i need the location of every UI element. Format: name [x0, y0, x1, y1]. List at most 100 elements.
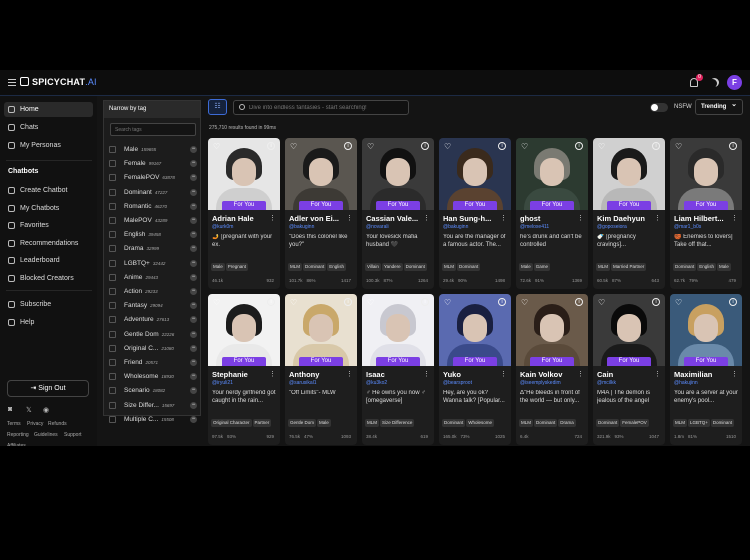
character-card[interactable]: ♡ i For You Stephanie ⋮ @iryuli21 Your nerdy g…: [208, 294, 280, 445]
card-tag[interactable]: Game: [533, 263, 551, 271]
tag-checkbox[interactable]: [109, 273, 116, 281]
card-tag[interactable]: Married Partner: [611, 263, 647, 271]
heart-icon[interactable]: ♡: [675, 142, 682, 151]
creator-handle[interactable]: @hakujinn: [674, 380, 698, 386]
card-tag[interactable]: English: [327, 263, 347, 271]
tag-filter-row[interactable]: Fantasy 29094 −: [109, 299, 197, 312]
tag-checkbox[interactable]: [109, 188, 116, 196]
creator-handle[interactable]: @bearsproot: [443, 380, 472, 386]
nsfw-toggle[interactable]: [650, 103, 668, 112]
exclude-tag-icon[interactable]: −: [190, 259, 197, 267]
card-tag[interactable]: MLM: [673, 419, 687, 427]
info-icon[interactable]: i: [729, 142, 737, 150]
card-tag[interactable]: Dominant: [303, 263, 327, 271]
tag-filter-row[interactable]: Dominant 47227 −: [109, 186, 197, 199]
heart-icon[interactable]: ♡: [290, 298, 297, 307]
info-icon[interactable]: i: [729, 298, 737, 306]
exclude-tag-icon[interactable]: −: [190, 245, 197, 253]
card-tag[interactable]: Dominant: [403, 263, 427, 271]
character-card[interactable]: ♡ i For You Liam Hilbert... ⋮ @mar1_b0s 🏀 Enem…: [670, 138, 742, 289]
info-icon[interactable]: i: [344, 142, 352, 150]
menu-icon[interactable]: [8, 79, 16, 86]
card-tag[interactable]: MLM: [519, 419, 533, 427]
more-options-icon[interactable]: ⋮: [577, 370, 584, 378]
tag-filter-row[interactable]: Female 99167 −: [109, 157, 197, 170]
tag-filter-row[interactable]: Adventure 27613 −: [109, 313, 197, 326]
info-icon[interactable]: i: [267, 142, 275, 150]
character-card[interactable]: ♡ i For You Kim Daehyun ⋮ @goposeiora 🍼 [pregn…: [593, 138, 665, 289]
heart-icon[interactable]: ♡: [598, 142, 605, 151]
more-options-icon[interactable]: ⋮: [346, 214, 353, 222]
more-options-icon[interactable]: ⋮: [269, 370, 276, 378]
tag-checkbox[interactable]: [109, 344, 116, 352]
creator-handle[interactable]: @ku3ko2: [366, 380, 387, 386]
heart-icon[interactable]: ♡: [213, 298, 220, 307]
heart-icon[interactable]: ♡: [367, 142, 374, 151]
more-options-icon[interactable]: ⋮: [731, 370, 738, 378]
card-tag[interactable]: Dominant: [442, 419, 466, 427]
sidebar-item-home[interactable]: Home: [4, 102, 93, 117]
card-tag[interactable]: FemalePOV: [620, 419, 649, 427]
creator-handle[interactable]: @kurk0m: [212, 224, 233, 230]
tag-checkbox[interactable]: [109, 217, 116, 224]
exclude-tag-icon[interactable]: −: [190, 288, 197, 295]
avatar[interactable]: F: [727, 75, 742, 90]
tag-checkbox[interactable]: [109, 302, 116, 310]
filter-button[interactable]: ☷: [208, 99, 227, 115]
footer-link[interactable]: Terms: [7, 421, 21, 427]
tag-checkbox[interactable]: [109, 415, 116, 423]
tag-checkbox[interactable]: [109, 359, 116, 366]
footer-link[interactable]: Affiliates: [7, 443, 26, 446]
tag-filter-row[interactable]: Drama 32999 −: [109, 242, 197, 255]
card-tag[interactable]: Yandere: [381, 263, 403, 271]
more-options-icon[interactable]: ⋮: [500, 214, 507, 222]
card-tag[interactable]: Male: [317, 419, 331, 427]
brand-logo[interactable]: SPICYCHAT.AI: [20, 77, 97, 87]
tag-search-input[interactable]: [110, 123, 196, 136]
card-tag[interactable]: Drama: [558, 419, 576, 427]
card-tag[interactable]: MLM: [365, 419, 379, 427]
creator-handle[interactable]: @novarali: [366, 224, 389, 230]
tag-filter-row[interactable]: Wholesome 18930 −: [109, 370, 197, 383]
tag-checkbox[interactable]: [109, 174, 116, 182]
more-options-icon[interactable]: ⋮: [731, 214, 738, 222]
exclude-tag-icon[interactable]: −: [190, 202, 197, 210]
exclude-tag-icon[interactable]: −: [190, 302, 197, 310]
tag-filter-row[interactable]: Romantic 46270 −: [109, 200, 197, 213]
sidebar-item-blocked-creators[interactable]: Blocked Creators: [4, 271, 93, 286]
character-card[interactable]: ♡ i For You ghost ⋮ @meloxe411 he's drunk and …: [516, 138, 588, 289]
tag-filter-row[interactable]: Original C... 21080 −: [109, 342, 197, 355]
info-icon[interactable]: i: [421, 142, 429, 150]
search-box[interactable]: [233, 100, 409, 115]
heart-icon[interactable]: ♡: [213, 142, 220, 151]
tag-filter-row[interactable]: English 39458 −: [109, 228, 197, 241]
info-icon[interactable]: i: [498, 142, 506, 150]
heart-icon[interactable]: ♡: [675, 298, 682, 307]
sidebar-item-create-chatbot[interactable]: Create Chatbot: [4, 183, 93, 198]
character-card[interactable]: ♡ i For You Cain ⋮ @mcilkk M4A | The demon is …: [593, 294, 665, 445]
card-tag[interactable]: LGBTQ+: [688, 419, 710, 427]
creator-handle[interactable]: @sarusikal1: [289, 380, 317, 386]
more-options-icon[interactable]: ⋮: [500, 370, 507, 378]
tag-filter-row[interactable]: Gentle Dom 22226 −: [109, 328, 197, 341]
tag-checkbox[interactable]: [109, 231, 116, 239]
character-card[interactable]: ♡ i For You Han Sung-h... ⋮ @bakuginn You are …: [439, 138, 511, 289]
card-tag[interactable]: Male: [519, 263, 533, 271]
character-card[interactable]: ♡ i For You Adler von Ei... ⋮ @bakuginn "Does …: [285, 138, 357, 289]
exclude-tag-icon[interactable]: −: [190, 273, 197, 281]
creator-handle[interactable]: @goposeiora: [597, 224, 627, 230]
tag-checkbox[interactable]: [109, 160, 116, 168]
tag-checkbox[interactable]: [109, 373, 116, 381]
exclude-tag-icon[interactable]: −: [190, 330, 197, 338]
sort-dropdown[interactable]: Trending: [695, 98, 743, 115]
tag-checkbox[interactable]: [109, 387, 116, 395]
card-tag[interactable]: Pregnant: [225, 263, 249, 271]
tag-checkbox[interactable]: [109, 330, 116, 338]
card-tag[interactable]: MLM: [288, 263, 302, 271]
sidebar-item-leaderboard[interactable]: Leaderboard: [4, 253, 93, 268]
tag-filter-row[interactable]: Size Differ... 15697 −: [109, 399, 197, 412]
character-card[interactable]: ♡ i For You Yuko ⋮ @bearsproot Hey, are you ok…: [439, 294, 511, 445]
exclude-tag-icon[interactable]: −: [190, 146, 197, 153]
exclude-tag-icon[interactable]: −: [190, 160, 197, 168]
character-card[interactable]: ♡ i For You Maximilian ⋮ @hakujinn You are a s…: [670, 294, 742, 445]
